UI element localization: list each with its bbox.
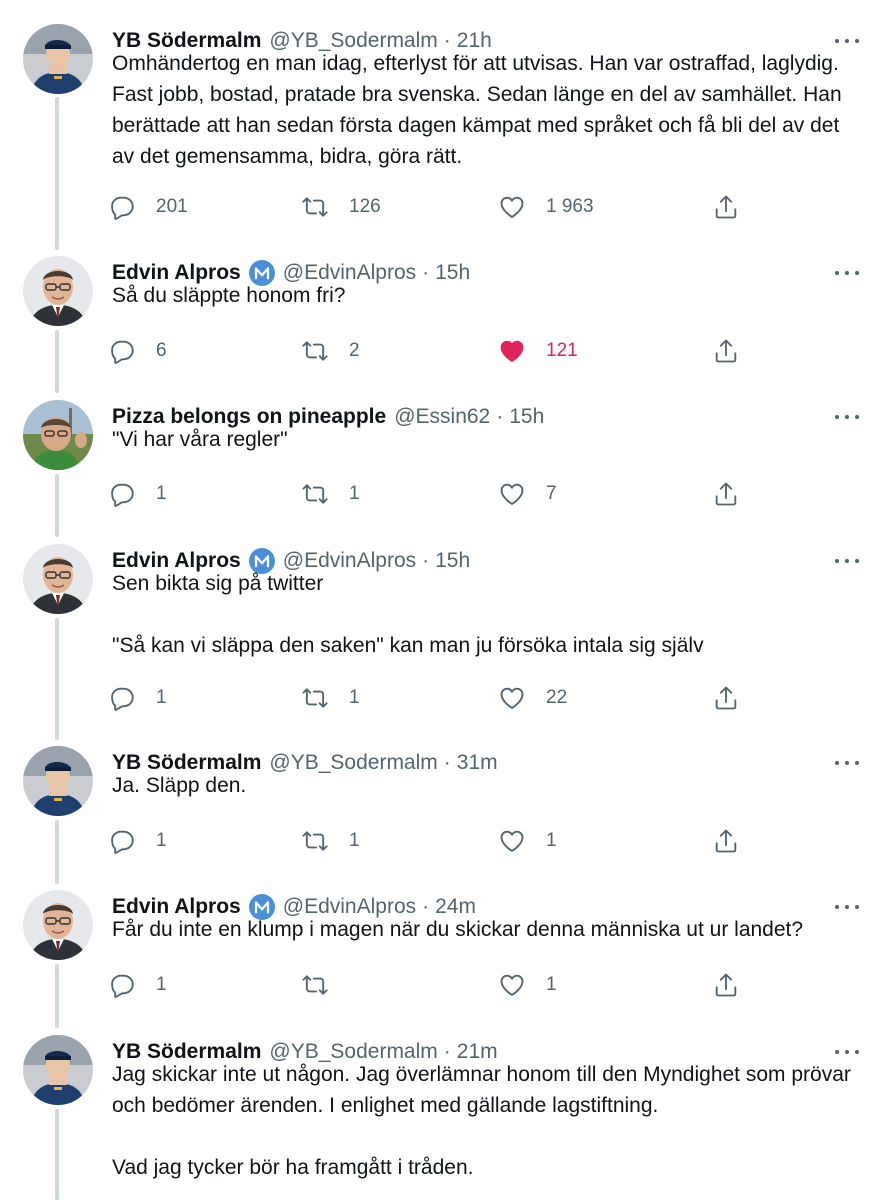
more-options-icon[interactable] xyxy=(835,34,859,48)
retweet-count: 1 xyxy=(349,687,360,708)
retweet-button[interactable]: 2 xyxy=(301,333,360,369)
tweet-text: Sen bikta sig på twitter "Så kan vi släp… xyxy=(112,572,704,657)
more-options-icon[interactable] xyxy=(835,1045,859,1059)
selfie-avatar[interactable] xyxy=(23,400,93,470)
tweet-actions: 11 xyxy=(108,967,748,1003)
like-button[interactable]: 1 963 xyxy=(498,189,594,225)
more-options-icon[interactable] xyxy=(835,266,859,280)
thread-connector-line xyxy=(55,618,59,740)
tweet-actions: 6 2 121 xyxy=(108,333,748,369)
reply-button[interactable]: 1 xyxy=(108,823,167,859)
like-button[interactable]: 121 xyxy=(498,333,578,369)
reply-button[interactable]: 1 xyxy=(108,967,167,1003)
share-icon xyxy=(712,684,740,712)
share-icon xyxy=(712,193,740,221)
tweet-text: Får du inte en klump i magen när du skic… xyxy=(112,918,804,941)
reply-count: 1 xyxy=(156,974,167,995)
like-count: 1 xyxy=(546,974,557,995)
retweet-count: 1 xyxy=(349,483,360,504)
share-button[interactable] xyxy=(712,476,740,512)
retweet-button[interactable]: 1 xyxy=(301,476,360,512)
reply-button[interactable]: 1 xyxy=(108,680,167,716)
like-button[interactable]: 22 xyxy=(498,680,567,716)
man-glasses-avatar[interactable] xyxy=(23,544,93,614)
tweet-text: Jag skickar inte ut någon. Jag överlämna… xyxy=(112,1063,851,1179)
retweet-button[interactable] xyxy=(301,967,349,1003)
like-count: 22 xyxy=(546,687,568,708)
reply-count: 201 xyxy=(156,196,188,217)
heart-icon xyxy=(498,971,526,999)
retweet-icon xyxy=(301,827,329,855)
reply-icon xyxy=(108,193,136,221)
man-glasses-avatar[interactable] xyxy=(23,890,93,960)
police-avatar[interactable] xyxy=(23,746,93,816)
thread-connector-line xyxy=(55,1109,59,1200)
tweet-text: Omhändertog en man idag, efterlyst för a… xyxy=(112,52,848,168)
share-icon xyxy=(712,827,740,855)
share-button[interactable] xyxy=(712,333,740,369)
heart-icon xyxy=(498,827,526,855)
retweet-icon xyxy=(301,971,329,999)
share-button[interactable] xyxy=(712,823,740,859)
thread-connector-line xyxy=(55,330,59,393)
police-avatar[interactable] xyxy=(23,1035,93,1105)
reply-icon xyxy=(108,480,136,508)
reply-count: 1 xyxy=(156,830,167,851)
reply-icon xyxy=(108,971,136,999)
reply-count: 6 xyxy=(156,340,167,361)
share-button[interactable] xyxy=(712,189,740,225)
share-icon xyxy=(712,971,740,999)
tweet-actions: 1 1 7 xyxy=(108,476,748,512)
thread-connector-line xyxy=(55,964,59,1028)
heart-filled-icon xyxy=(498,337,526,365)
retweet-count: 1 xyxy=(349,830,360,851)
tweet-text: "Vi har våra regler" xyxy=(112,428,288,451)
more-options-icon[interactable] xyxy=(835,554,859,568)
thread-connector-line xyxy=(55,97,59,250)
share-icon xyxy=(712,480,740,508)
thread-connector-line xyxy=(55,474,59,537)
reply-button[interactable]: 1 xyxy=(108,476,167,512)
retweet-icon xyxy=(301,684,329,712)
reply-button[interactable]: 201 xyxy=(108,189,188,225)
tweet-text: Ja. Släpp den. xyxy=(112,774,247,797)
like-count: 1 963 xyxy=(546,196,594,217)
tweet-text: Så du släppte honom fri? xyxy=(112,284,346,307)
like-count: 1 xyxy=(546,830,557,851)
man-glasses-avatar[interactable] xyxy=(23,256,93,326)
reply-icon xyxy=(108,337,136,365)
retweet-icon xyxy=(301,480,329,508)
share-button[interactable] xyxy=(712,680,740,716)
heart-icon xyxy=(498,193,526,221)
police-avatar[interactable] xyxy=(23,24,93,94)
reply-count: 1 xyxy=(156,687,167,708)
retweet-button[interactable]: 1 xyxy=(301,823,360,859)
tweet-actions: 1 1 22 xyxy=(108,680,748,716)
retweet-button[interactable]: 126 xyxy=(301,189,381,225)
like-count: 7 xyxy=(546,483,557,504)
heart-icon xyxy=(498,684,526,712)
tweet-actions: 201 126 1 963 xyxy=(108,189,748,225)
retweet-count: 126 xyxy=(349,196,381,217)
thread-connector-line xyxy=(55,820,59,884)
like-count: 121 xyxy=(546,340,578,361)
reply-count: 1 xyxy=(156,483,167,504)
like-button[interactable]: 1 xyxy=(498,823,557,859)
share-icon xyxy=(712,337,740,365)
retweet-count: 2 xyxy=(349,340,360,361)
retweet-button[interactable]: 1 xyxy=(301,680,360,716)
like-button[interactable]: 7 xyxy=(498,476,557,512)
more-options-icon[interactable] xyxy=(835,900,859,914)
more-options-icon[interactable] xyxy=(835,410,859,424)
tweet-actions: 1 1 1 xyxy=(108,823,748,859)
like-button[interactable]: 1 xyxy=(498,967,557,1003)
share-button[interactable] xyxy=(712,967,740,1003)
more-options-icon[interactable] xyxy=(835,756,859,770)
reply-icon xyxy=(108,827,136,855)
reply-button[interactable]: 6 xyxy=(108,333,167,369)
reply-icon xyxy=(108,684,136,712)
heart-icon xyxy=(498,480,526,508)
retweet-icon xyxy=(301,193,329,221)
retweet-icon xyxy=(301,337,329,365)
